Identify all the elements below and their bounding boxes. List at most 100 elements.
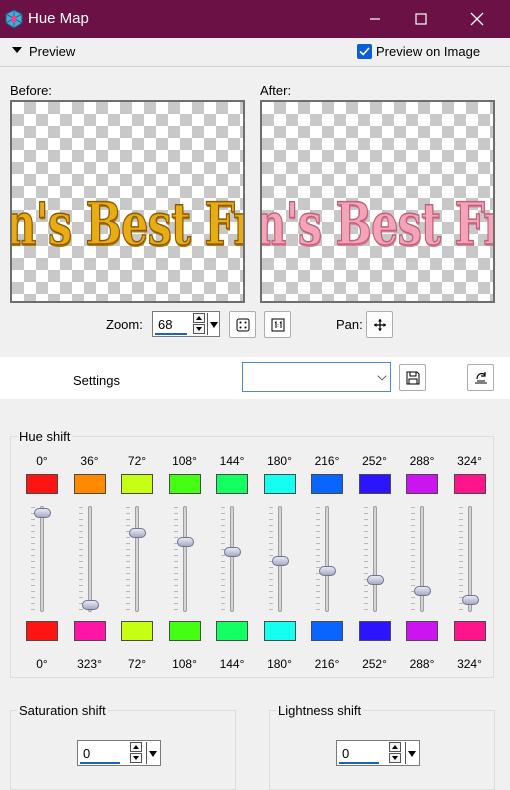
saturation-down-arrow[interactable]	[130, 753, 142, 763]
zoom-input[interactable]: 68	[152, 311, 220, 337]
hue-bottom-swatch	[26, 621, 58, 641]
reset-button[interactable]	[467, 364, 494, 391]
hue-top-label: 252°	[362, 454, 387, 468]
hue-slider-ticks	[31, 507, 35, 611]
hue-bottom-swatch	[406, 621, 438, 641]
hue-slider-track[interactable]	[40, 506, 44, 612]
lightness-dropdown-arrow[interactable]	[405, 742, 417, 764]
maximize-icon	[415, 13, 427, 25]
hue-top-label: 144°	[219, 454, 245, 468]
hue-slider-ticks	[173, 507, 178, 611]
hue-bottom-label: 0°	[36, 657, 48, 671]
preview-on-image-checkbox[interactable]	[357, 44, 372, 59]
reset-icon	[474, 371, 487, 383]
hue-top-label: 72°	[127, 454, 147, 468]
hue-slider-ticks	[316, 507, 320, 611]
zoom-up-arrow[interactable]	[193, 313, 205, 323]
hue-slider-ticks	[411, 507, 415, 611]
window-title: Hue Map	[28, 10, 89, 27]
hue-slider-track[interactable]	[325, 506, 329, 612]
hue-slider-thumb[interactable]	[224, 546, 241, 557]
hue-slider-ticks	[221, 507, 225, 611]
zoom-down-arrow[interactable]	[193, 324, 205, 334]
hue-top-swatch	[358, 474, 391, 494]
zoom-underline	[155, 333, 187, 335]
hue-bottom-swatch	[263, 621, 296, 641]
maximize-button[interactable]	[398, 0, 444, 38]
collapse-triangle-icon[interactable]	[12, 47, 22, 53]
hue-top-swatch	[311, 474, 343, 494]
hue-slider-ticks	[363, 507, 368, 611]
saturation-shift-value: 0	[83, 746, 91, 761]
hue-bottom-label: 180°	[267, 657, 292, 671]
zoom-fit-button[interactable]	[229, 311, 256, 338]
pan-button[interactable]	[366, 311, 393, 338]
hue-bottom-swatch	[453, 621, 486, 641]
zoom-dropdown-arrow[interactable]	[207, 313, 219, 335]
saturation-underline	[80, 762, 120, 764]
hue-top-swatch	[453, 474, 486, 494]
hue-slider-thumb[interactable]	[129, 527, 146, 538]
zoom-fit-icon	[236, 318, 249, 331]
hue-slider-track[interactable]	[135, 506, 139, 612]
pan-label: Pan:	[336, 317, 363, 332]
chevron-down-icon[interactable]	[377, 371, 387, 381]
lightness-down-arrow[interactable]	[389, 753, 401, 763]
hue-bottom-label: 216°	[314, 657, 340, 671]
save-icon	[406, 371, 419, 384]
hue-bottom-swatch	[311, 621, 343, 641]
hue-slider-track[interactable]	[420, 506, 424, 612]
preview-section-label[interactable]: Preview	[29, 44, 75, 59]
hue-slider-thumb[interactable]	[414, 585, 431, 596]
save-preset-button[interactable]	[399, 364, 426, 391]
hue-top-swatch	[216, 474, 248, 494]
minimize-button[interactable]	[352, 0, 398, 38]
zoom-actual-size-button[interactable]	[264, 311, 291, 338]
hue-bottom-label: 324°	[457, 657, 482, 671]
hue-slider-thumb[interactable]	[461, 595, 479, 606]
hue-slider-track[interactable]	[230, 506, 234, 612]
hue-slider-thumb[interactable]	[81, 599, 99, 610]
hue-slider-thumb[interactable]	[271, 556, 289, 567]
zoom-label: Zoom:	[106, 317, 143, 332]
lightness-shift-title: Lightness shift	[276, 703, 364, 718]
hue-slider-ticks	[126, 507, 130, 611]
hue-top-label: 324°	[457, 454, 482, 468]
close-button[interactable]	[454, 0, 500, 38]
saturation-shift-input[interactable]: 0	[77, 740, 161, 766]
hue-bottom-swatch	[216, 621, 248, 641]
after-image-text: an's Best Frien	[262, 189, 493, 259]
hue-top-swatch	[73, 474, 106, 494]
hue-top-swatch	[121, 474, 153, 494]
actual-size-icon	[271, 318, 284, 331]
hue-bottom-label: 72°	[127, 657, 147, 671]
hue-bottom-swatch	[73, 621, 106, 641]
hue-slider-thumb[interactable]	[176, 537, 194, 548]
hue-slider-thumb[interactable]	[34, 508, 51, 519]
hue-slider-thumb[interactable]	[366, 575, 384, 586]
saturation-shift-title: Saturation shift	[17, 703, 108, 718]
hue-slider-track[interactable]	[182, 506, 187, 612]
close-icon	[470, 12, 484, 26]
hue-top-label: 288°	[409, 454, 435, 468]
hue-slider-thumb[interactable]	[319, 565, 336, 576]
hue-slider-track[interactable]	[372, 506, 377, 612]
hue-bottom-swatch	[358, 621, 391, 641]
hue-top-swatch	[406, 474, 438, 494]
saturation-dropdown-arrow[interactable]	[146, 742, 158, 764]
saturation-up-arrow[interactable]	[130, 742, 142, 752]
settings-label: Settings	[73, 373, 120, 388]
hue-slider-track[interactable]	[87, 506, 92, 612]
after-preview[interactable]: an's Best Frien	[260, 100, 495, 303]
before-preview[interactable]: an's Best Frien	[10, 100, 245, 303]
after-label: After:	[260, 83, 292, 98]
hue-shift-title: Hue shift	[17, 429, 73, 444]
pan-move-icon	[373, 318, 386, 331]
preset-combobox[interactable]	[242, 362, 391, 392]
lightness-underline	[339, 762, 379, 764]
lightness-shift-input[interactable]: 0	[336, 740, 420, 766]
lightness-up-arrow[interactable]	[389, 742, 401, 752]
hue-top-swatch	[168, 474, 201, 494]
preview-on-image-label[interactable]: Preview on Image	[376, 44, 480, 59]
hue-top-label: 108°	[172, 454, 197, 468]
